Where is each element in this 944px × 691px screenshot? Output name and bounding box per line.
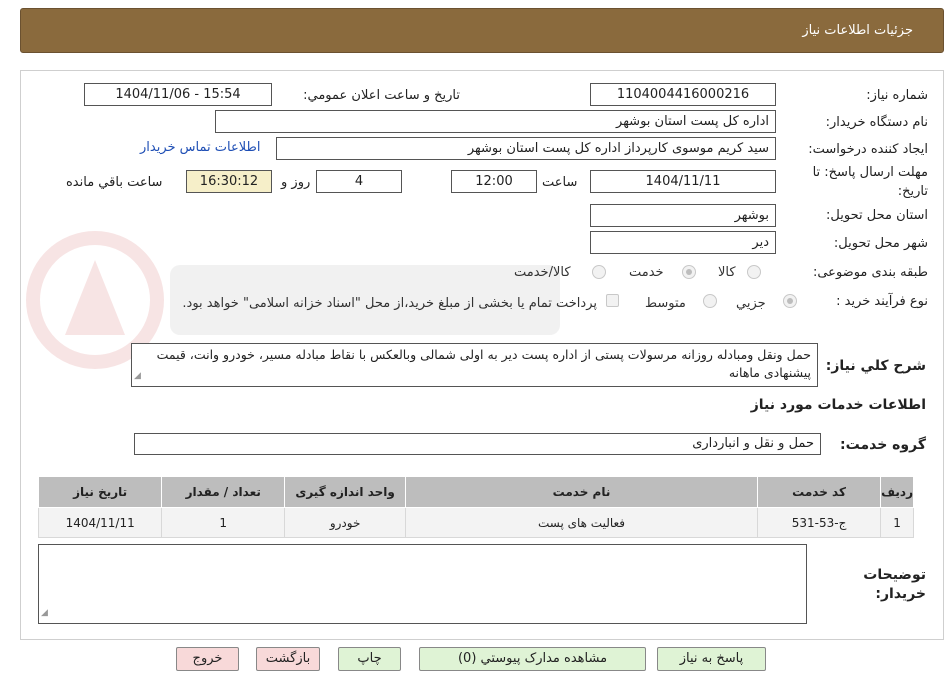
process-radio-medium[interactable] — [703, 294, 717, 308]
exit-button[interactable]: خروج — [176, 647, 239, 671]
col-header-unit: واحد اندازه گیری — [284, 476, 407, 508]
days-label: روز و — [281, 175, 311, 190]
remaining-time-label: ساعت باقي مانده — [66, 175, 163, 190]
category-label: طبقه بندی موضوعی: — [812, 265, 928, 280]
service-group-label: گروه خدمت: — [840, 437, 926, 453]
province-label: استان محل تحویل: — [826, 208, 928, 223]
category-option-goods: کالا — [718, 265, 736, 280]
process-radio-minor[interactable] — [783, 294, 797, 308]
resize-grip-icon[interactable]: ◢ — [41, 604, 48, 622]
page-title: جزئیات اطلاعات نیاز — [802, 23, 913, 38]
print-button[interactable]: چاپ — [338, 647, 401, 671]
deadline-time-label: ساعت — [542, 175, 578, 190]
service-group-field: حمل و نقل و انبارداری — [134, 433, 821, 455]
buyer-org-field: اداره کل پست استان بوشهر — [215, 110, 776, 133]
need-number-label: شماره نیاز: — [866, 88, 928, 103]
col-header-service-name: نام خدمت — [405, 476, 758, 508]
announce-date-field: 1404/11/06 - 15:54 — [84, 83, 272, 106]
requester-label: ایجاد کننده درخواست: — [808, 142, 928, 157]
col-header-date: تاریخ نیاز — [37, 476, 163, 508]
view-attachments-button[interactable]: مشاهده مدارک پیوستي (0) — [419, 647, 646, 671]
need-number-field: 1104004416000216 — [590, 83, 776, 106]
col-header-code: کد خدمت — [756, 476, 882, 508]
buyer-org-label: نام دستگاه خریدار: — [825, 115, 928, 130]
category-radio-goods-service[interactable] — [592, 265, 606, 279]
description-label: شرح کلي نیاز: — [825, 358, 926, 374]
cell-unit: خودرو — [284, 507, 407, 538]
buyer-notes-textarea[interactable]: ◢ — [38, 544, 807, 624]
requester-field: سید کریم موسوی کارپرداز اداره کل پست است… — [276, 137, 776, 160]
table-header-row: تاریخ نیاز تعداد / مقدار واحد اندازه گیر… — [37, 476, 914, 508]
table-row: 1404/11/11 1 خودرو فعالیت های پست ج-53-5… — [37, 507, 914, 538]
col-header-row: ردیف — [880, 476, 914, 508]
category-radio-service[interactable] — [682, 265, 696, 279]
process-option-minor: جزيي — [736, 296, 766, 311]
deadline-date-field: 1404/11/11 — [590, 170, 776, 193]
cell-service-name: فعالیت های پست — [405, 507, 758, 538]
remaining-time-field: 16:30:12 — [186, 170, 272, 193]
services-section-title: اطلاعات خدمات مورد نیاز — [750, 397, 926, 413]
col-header-qty: تعداد / مقدار — [161, 476, 286, 508]
category-radio-goods[interactable] — [747, 265, 761, 279]
resize-grip-icon[interactable]: ◢ — [134, 367, 141, 385]
process-option-medium: متوسط — [645, 296, 686, 311]
cell-code: ج-53-531 — [756, 507, 882, 538]
cell-date: 1404/11/11 — [37, 507, 163, 538]
cell-row: 1 — [880, 507, 914, 538]
city-label: شهر محل تحویل: — [833, 236, 928, 251]
description-textarea[interactable]: حمل ونقل ومبادله روزانه مرسولات پستی از … — [131, 343, 818, 387]
buyer-notes-label: توضیحات خریدار: — [863, 567, 926, 602]
province-field: بوشهر — [590, 204, 776, 227]
description-text: حمل ونقل ومبادله روزانه مرسولات پستی از … — [156, 347, 811, 380]
buyer-contact-link[interactable]: اطلاعات تماس خریدار — [140, 140, 260, 155]
back-button[interactable]: بازگشت — [256, 647, 320, 671]
announce-date-label: تاریخ و ساعت اعلان عمومي: — [303, 88, 460, 103]
treasury-checkbox[interactable] — [606, 294, 619, 307]
category-option-service: خدمت — [629, 265, 664, 280]
city-field: دیر — [590, 231, 776, 254]
category-option-goods-service: کالا/خدمت — [514, 265, 571, 280]
cell-qty: 1 — [161, 507, 286, 538]
deadline-label: مهلت ارسال پاسخ: تا تاریخ: — [812, 165, 928, 199]
days-remaining-field: 4 — [316, 170, 402, 193]
page-header: جزئیات اطلاعات نیاز — [20, 8, 944, 53]
deadline-time-field: 12:00 — [451, 170, 537, 193]
reply-button[interactable]: پاسخ به نیاز — [657, 647, 766, 671]
payment-note: پرداخت تمام یا بخشی از مبلغ خرید،از محل … — [182, 296, 597, 311]
services-table: تاریخ نیاز تعداد / مقدار واحد اندازه گیر… — [37, 476, 914, 538]
process-label: نوع فرآیند خرید : — [836, 294, 928, 309]
